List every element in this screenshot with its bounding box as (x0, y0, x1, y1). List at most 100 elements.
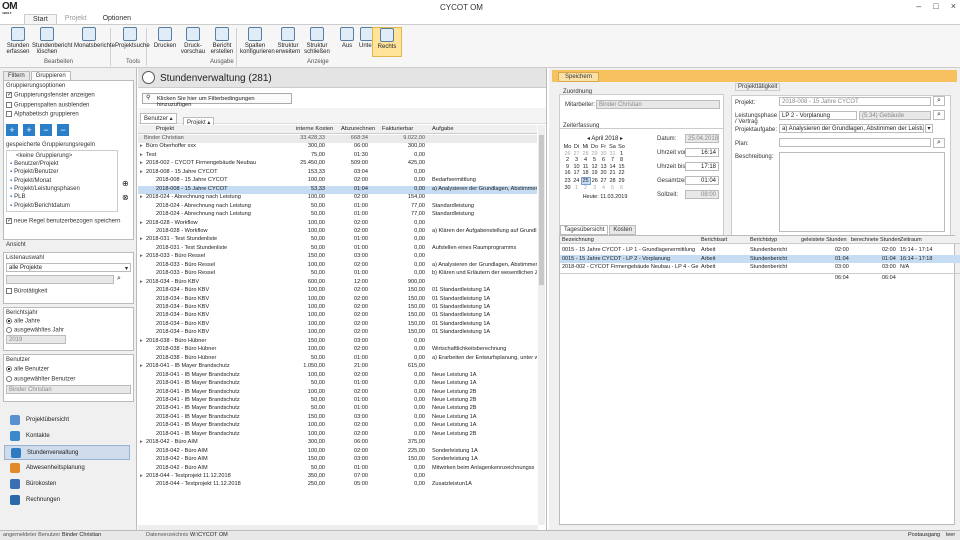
table-row[interactable]: 2018-034 - Büro KBV 100,00 02:00 150,00 01 S… (138, 304, 537, 312)
search-icon[interactable]: ⌕ (117, 275, 121, 284)
table-row[interactable]: 2018-033 - Büro Ressel 100,00 02:00 0,00 a) … (138, 262, 537, 270)
total-field[interactable]: 01:04 (685, 176, 719, 185)
ribbon-button-7[interactable]: Spalten konfigurieren (240, 27, 275, 55)
close-icon[interactable]: × (951, 1, 956, 11)
column-task[interactable]: Aufgabe (432, 126, 454, 132)
table-row[interactable]: ▸ 2018-028 - Workflow 100,00 02:00 0,00 (138, 220, 537, 228)
project-field[interactable]: 2018-008 - 15 Jahre CYCOT (779, 97, 931, 106)
from-field[interactable]: 16:14 (685, 148, 719, 157)
calendar-day[interactable]: 16 (563, 170, 572, 177)
table-row[interactable]: 2018-024 - Abrechnung nach Leistung 50,00… (138, 211, 537, 219)
table-row[interactable]: 2018-002 - CYCOT Firmengebäude Neubau - … (560, 263, 960, 271)
table-row[interactable]: 0015 - 15 Jahre CYCOT - LP 2 - Vorplanun… (560, 254, 960, 263)
description-field[interactable] (779, 152, 945, 232)
saved-rule-item[interactable]: ▪ Projekt/Benutzer (8, 168, 116, 176)
saved-rule-item[interactable]: ▪ Projekt/Leistungsphasen (8, 185, 116, 193)
calendar[interactable]: ◂ April 2018 ▸ Mo Di Mi Do Fr Sa So 26 27 28 29 30 3… (563, 135, 647, 228)
table-row[interactable]: 2018-044 - Testprojekt 11.12.2018 250,00 0… (138, 481, 537, 489)
nav-item-4[interactable]: Bürokosten (4, 477, 130, 492)
calendar-day[interactable]: 22 (617, 170, 626, 177)
save-button[interactable]: Speichern (558, 72, 600, 82)
column-hours-calc[interactable]: berechnete Stunden (851, 236, 901, 244)
column-label[interactable]: Bezeichnung (562, 236, 594, 244)
table-row[interactable]: 2018-042 - Büro AIM 50,00 01:00 0,00 Mitwirk… (138, 465, 537, 473)
ribbon-button-8[interactable]: Struktur erweitern (273, 27, 303, 55)
ribbon-button-3[interactable]: Projektsuche (115, 27, 150, 49)
calendar-day[interactable]: 30 (563, 185, 572, 192)
tab-daily-overview[interactable]: Tagesübersicht (560, 225, 609, 235)
expand-icon[interactable]: ▸ (140, 439, 143, 447)
nav-item-5[interactable]: Rechnungen (4, 493, 130, 508)
table-row[interactable]: 2018-042 - Büro AIM 150,00 03:00 150,00 Sond… (138, 456, 537, 464)
table-row[interactable]: 2018-038 - Büro Hübner 50,00 01:00 0,00 a) E… (138, 355, 537, 363)
saved-rule-item[interactable]: ▪ Projekt/Monat (8, 177, 116, 185)
vertical-scrollbar[interactable] (538, 125, 545, 525)
table-row[interactable]: ▸ Test 75,00 01:30 0,00 (138, 152, 537, 160)
saved-rule-item[interactable]: ▪ Projekt/Berichtdatum (8, 202, 116, 210)
add-rule-icon[interactable]: ⊕ (122, 179, 129, 188)
table-row[interactable]: 2018-031 - Test Stundenliste 50,00 01:00 0,… (138, 245, 537, 253)
filter-button[interactable]: ⚲ Klicken Sie hier um Filterbedingungen h… (142, 93, 292, 108)
list-select[interactable]: alle Projekte ▾ (6, 263, 131, 272)
calendar-day[interactable]: 27 (599, 177, 608, 185)
calendar-day[interactable]: 24 (572, 177, 581, 185)
calendar-day[interactable]: 1 (572, 185, 581, 192)
remove-sub-icon[interactable]: − (40, 123, 52, 136)
table-row[interactable]: 2018-034 - Büro KBV 100,00 02:00 150,00 01 S… (138, 329, 537, 337)
ribbon-button-4[interactable]: Drucken (150, 27, 180, 49)
table-row[interactable]: ▸ Büro Oberhoffer xxx 300,00 06:00 300,00 (138, 143, 537, 151)
checkbox-icon[interactable]: ✓ (6, 92, 12, 98)
nav-item-1[interactable]: Kontakte (4, 429, 130, 444)
calendar-day[interactable]: 23 (563, 177, 572, 185)
date-field[interactable]: 25.04.2018 (685, 134, 719, 143)
nav-item-3[interactable]: Abwesenheitsplanung (4, 461, 130, 476)
table-row[interactable]: ▸ 2018-024 - Abrechnung nach Leistung 100,… (138, 194, 537, 202)
option-show-grouping[interactable]: ✓ Gruppierungsfenster anzeigen (6, 92, 131, 99)
table-row[interactable]: ▸ 2018-033 - Büro Ressel 150,00 03:00 0,00 (138, 253, 537, 261)
expand-icon[interactable]: ▸ (140, 338, 143, 346)
expand-icon[interactable]: ▸ (140, 236, 143, 244)
employee-select[interactable]: Binder Christian (596, 100, 720, 109)
year-selected-radio[interactable]: ausgewähltes Jahr (6, 326, 131, 333)
table-row[interactable]: 0015 - 15 Jahre CYCOT - LP 1 - Grundlage… (560, 246, 960, 254)
column-report-kind[interactable]: Berichtsart (701, 236, 727, 244)
table-row[interactable]: 2018-041 - IB Mayer Brandschutz 100,00 02:… (138, 422, 537, 430)
ribbon-button-1[interactable]: Stundenbericht löschen (32, 27, 72, 55)
column-hours-done[interactable]: geleistete Stunden (801, 236, 847, 244)
option-alphabetic[interactable]: Alphabetisch gruppieren (6, 111, 131, 118)
column-invoiceable[interactable]: Fakturierbar (382, 126, 413, 132)
phase-extra-field[interactable]: (5.34) Gebäude (859, 111, 931, 120)
option-hide-group-columns[interactable]: Gruppenspalten ausblenden (6, 101, 131, 108)
nav-item-2[interactable]: Stundenverwaltung (4, 445, 130, 460)
user-selected-radio[interactable]: ausgewählter Benutzer (6, 375, 131, 382)
add-icon[interactable]: + (6, 123, 18, 136)
column-internal-costs[interactable]: interne Kosten (296, 126, 333, 132)
ribbon-button-5[interactable]: Druck-vorschau (178, 27, 208, 55)
table-row[interactable]: ▸ 2018-008 - 15 Jahre CYCOT 153,33 03:04 0,0… (138, 169, 537, 177)
calendar-day[interactable]: 5 (608, 185, 617, 192)
table-row[interactable]: 2018-034 - Büro KBV 100,00 02:00 150,00 01 S… (138, 312, 537, 320)
table-row[interactable]: 2018-041 - IB Mayer Brandschutz 50,00 01:0… (138, 405, 537, 413)
saved-rule-item[interactable]: ▪ PLB (8, 193, 116, 201)
calendar-day[interactable]: 19 (590, 170, 599, 177)
table-row[interactable]: 2018-033 - Büro Ressel 50,00 01:00 0,00 b) K… (138, 270, 537, 278)
phase-select[interactable]: LP 2 - Vorplanung (779, 111, 857, 120)
today-label[interactable]: Heute: 11.03.2019 (563, 194, 647, 200)
table-row[interactable]: 2018-041 - IB Mayer Brandschutz 50,00 01:0… (138, 380, 537, 388)
minimize-icon[interactable]: – (916, 1, 921, 11)
group-chip-benutzer[interactable]: Benutzer ▴ (140, 113, 177, 124)
column-projekt[interactable]: Projekt (156, 126, 174, 132)
expand-icon[interactable]: ▸ (140, 169, 143, 177)
calendar-day[interactable]: 20 (599, 170, 608, 177)
calendar-day[interactable]: 4 (599, 185, 608, 192)
expand-icon[interactable]: ▸ (140, 143, 143, 151)
table-row[interactable]: 2018-034 - Büro KBV 100,00 02:00 150,00 01 S… (138, 296, 537, 304)
expand-icon[interactable]: ▸ (140, 473, 143, 481)
calendar-day[interactable]: 21 (608, 170, 617, 177)
table-row[interactable]: 2018-038 - Büro Hübner 100,00 02:00 0,00 Wir… (138, 346, 537, 354)
plan-field[interactable] (779, 138, 931, 147)
maximize-icon[interactable]: □ (933, 1, 938, 11)
column-period[interactable]: Zeitraum (900, 236, 922, 244)
table-row[interactable]: ▸ 2018-044 - Testprojekt 11.12.2018 350,00… (138, 473, 537, 481)
table-row[interactable]: 2018-028 - Workflow 100,00 02:00 0,00 a) Klä… (138, 228, 537, 236)
